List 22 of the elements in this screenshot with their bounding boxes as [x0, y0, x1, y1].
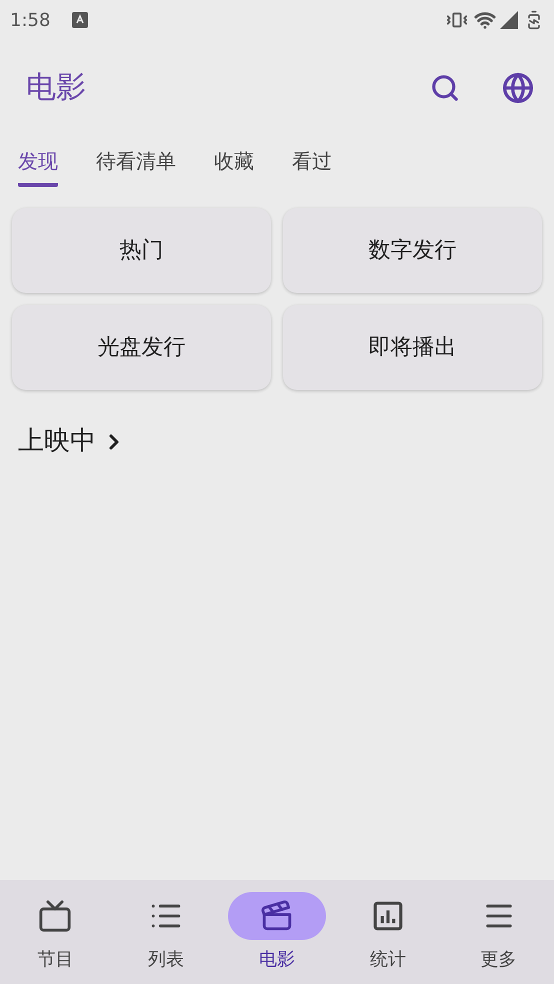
nav-item[interactable]: 统计: [332, 880, 444, 984]
tab[interactable]: 发现: [18, 135, 58, 187]
nav-item[interactable]: 电影: [222, 880, 332, 984]
tab[interactable]: 收藏: [214, 135, 254, 187]
section-link[interactable]: 上映中: [18, 422, 126, 461]
category-button[interactable]: 光盘发行: [12, 305, 271, 390]
tv-icon: [38, 899, 72, 933]
nav-item[interactable]: 更多: [443, 880, 554, 984]
tab[interactable]: 待看清单: [96, 135, 176, 187]
nav-item[interactable]: 节目: [0, 880, 111, 984]
tab[interactable]: 看过: [292, 135, 332, 187]
wifi-icon: [474, 9, 496, 31]
category-button[interactable]: 数字发行: [283, 208, 542, 293]
clapperboard-icon: [260, 899, 294, 933]
bar-chart-icon: [370, 899, 405, 933]
app-title: 电影: [26, 69, 86, 107]
status-time: 1:58: [10, 8, 50, 32]
category-button[interactable]: 热门: [12, 208, 271, 293]
nav-item[interactable]: 列表: [110, 880, 222, 984]
category-button[interactable]: 即将播出: [283, 305, 542, 390]
signal-icon: [500, 11, 518, 29]
keyboard-icon: [72, 12, 88, 28]
